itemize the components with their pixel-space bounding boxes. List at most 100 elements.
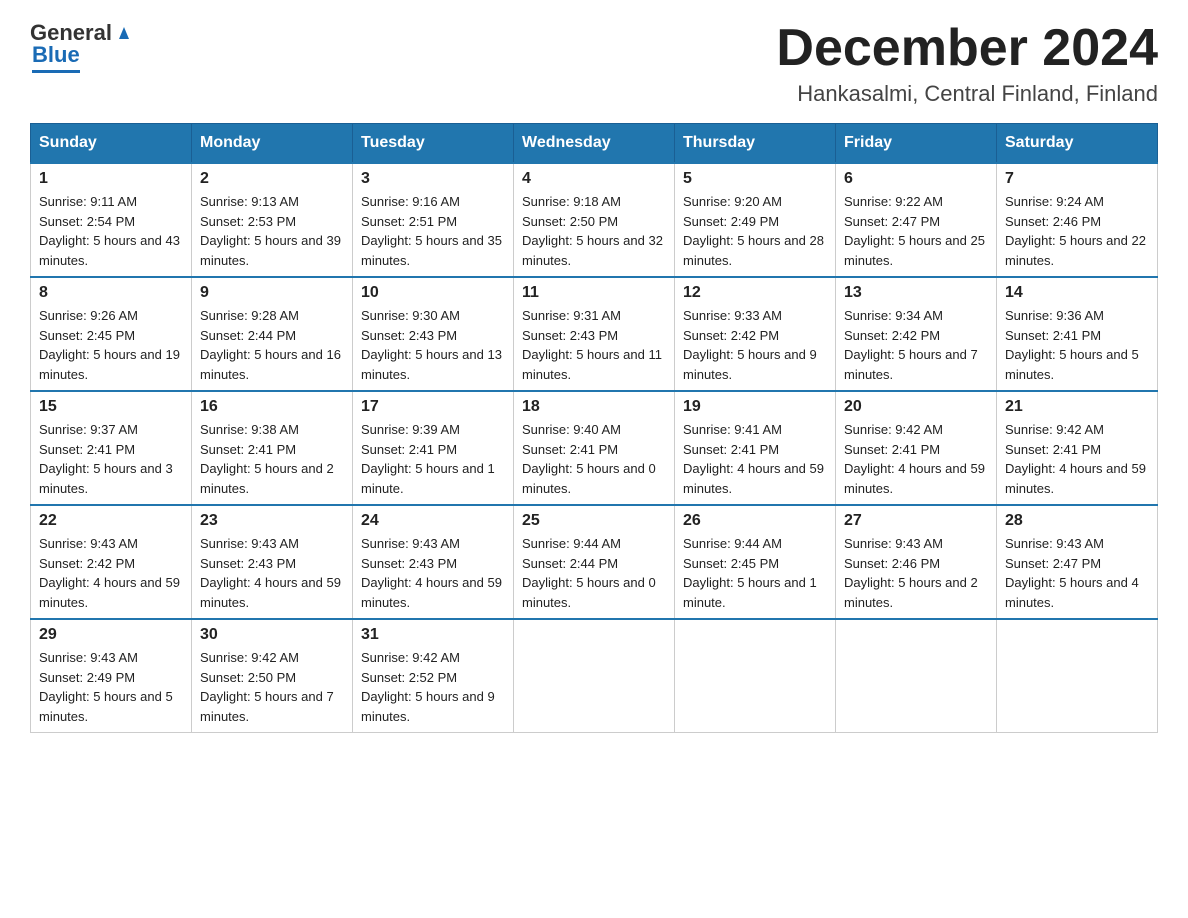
calendar-cell: [997, 619, 1158, 733]
day-number: 27: [844, 512, 988, 530]
calendar-cell: 12 Sunrise: 9:33 AMSunset: 2:42 PMDaylig…: [675, 277, 836, 391]
calendar-cell: 27 Sunrise: 9:43 AMSunset: 2:46 PMDaylig…: [836, 505, 997, 619]
calendar-cell: 20 Sunrise: 9:42 AMSunset: 2:41 PMDaylig…: [836, 391, 997, 505]
weekday-header-saturday: Saturday: [997, 124, 1158, 164]
day-number: 24: [361, 512, 505, 530]
day-info: Sunrise: 9:13 AMSunset: 2:53 PMDaylight:…: [200, 192, 344, 270]
day-info: Sunrise: 9:44 AMSunset: 2:45 PMDaylight:…: [683, 534, 827, 612]
day-number: 19: [683, 398, 827, 416]
calendar-cell: [836, 619, 997, 733]
calendar-cell: 22 Sunrise: 9:43 AMSunset: 2:42 PMDaylig…: [31, 505, 192, 619]
calendar-cell: 18 Sunrise: 9:40 AMSunset: 2:41 PMDaylig…: [514, 391, 675, 505]
day-number: 20: [844, 398, 988, 416]
day-number: 9: [200, 284, 344, 302]
day-number: 21: [1005, 398, 1149, 416]
calendar-cell: 7 Sunrise: 9:24 AMSunset: 2:46 PMDayligh…: [997, 163, 1158, 277]
day-number: 16: [200, 398, 344, 416]
calendar-cell: 26 Sunrise: 9:44 AMSunset: 2:45 PMDaylig…: [675, 505, 836, 619]
day-info: Sunrise: 9:43 AMSunset: 2:42 PMDaylight:…: [39, 534, 183, 612]
day-info: Sunrise: 9:18 AMSunset: 2:50 PMDaylight:…: [522, 192, 666, 270]
day-info: Sunrise: 9:11 AMSunset: 2:54 PMDaylight:…: [39, 192, 183, 270]
calendar-cell: 10 Sunrise: 9:30 AMSunset: 2:43 PMDaylig…: [353, 277, 514, 391]
calendar-cell: 4 Sunrise: 9:18 AMSunset: 2:50 PMDayligh…: [514, 163, 675, 277]
calendar-cell: 3 Sunrise: 9:16 AMSunset: 2:51 PMDayligh…: [353, 163, 514, 277]
week-row-3: 15 Sunrise: 9:37 AMSunset: 2:41 PMDaylig…: [31, 391, 1158, 505]
week-row-2: 8 Sunrise: 9:26 AMSunset: 2:45 PMDayligh…: [31, 277, 1158, 391]
day-info: Sunrise: 9:16 AMSunset: 2:51 PMDaylight:…: [361, 192, 505, 270]
day-info: Sunrise: 9:42 AMSunset: 2:41 PMDaylight:…: [1005, 420, 1149, 498]
calendar-cell: 16 Sunrise: 9:38 AMSunset: 2:41 PMDaylig…: [192, 391, 353, 505]
weekday-header-friday: Friday: [836, 124, 997, 164]
day-info: Sunrise: 9:40 AMSunset: 2:41 PMDaylight:…: [522, 420, 666, 498]
calendar-cell: 5 Sunrise: 9:20 AMSunset: 2:49 PMDayligh…: [675, 163, 836, 277]
calendar-cell: 23 Sunrise: 9:43 AMSunset: 2:43 PMDaylig…: [192, 505, 353, 619]
calendar-cell: [675, 619, 836, 733]
calendar-cell: 9 Sunrise: 9:28 AMSunset: 2:44 PMDayligh…: [192, 277, 353, 391]
day-number: 18: [522, 398, 666, 416]
page-header: General Blue December 2024 Hankasalmi, C…: [30, 20, 1158, 107]
day-info: Sunrise: 9:43 AMSunset: 2:47 PMDaylight:…: [1005, 534, 1149, 612]
day-info: Sunrise: 9:39 AMSunset: 2:41 PMDaylight:…: [361, 420, 505, 498]
day-number: 5: [683, 170, 827, 188]
day-number: 8: [39, 284, 183, 302]
day-info: Sunrise: 9:28 AMSunset: 2:44 PMDaylight:…: [200, 306, 344, 384]
day-info: Sunrise: 9:36 AMSunset: 2:41 PMDaylight:…: [1005, 306, 1149, 384]
week-row-4: 22 Sunrise: 9:43 AMSunset: 2:42 PMDaylig…: [31, 505, 1158, 619]
day-number: 1: [39, 170, 183, 188]
day-number: 26: [683, 512, 827, 530]
day-number: 10: [361, 284, 505, 302]
month-title: December 2024: [776, 20, 1158, 77]
calendar-cell: [514, 619, 675, 733]
day-number: 31: [361, 626, 505, 644]
title-area: December 2024 Hankasalmi, Central Finlan…: [776, 20, 1158, 107]
day-info: Sunrise: 9:42 AMSunset: 2:41 PMDaylight:…: [844, 420, 988, 498]
day-info: Sunrise: 9:38 AMSunset: 2:41 PMDaylight:…: [200, 420, 344, 498]
calendar-cell: 1 Sunrise: 9:11 AMSunset: 2:54 PMDayligh…: [31, 163, 192, 277]
day-info: Sunrise: 9:42 AMSunset: 2:52 PMDaylight:…: [361, 648, 505, 726]
day-number: 7: [1005, 170, 1149, 188]
weekday-header-tuesday: Tuesday: [353, 124, 514, 164]
calendar-cell: 14 Sunrise: 9:36 AMSunset: 2:41 PMDaylig…: [997, 277, 1158, 391]
day-number: 3: [361, 170, 505, 188]
day-info: Sunrise: 9:22 AMSunset: 2:47 PMDaylight:…: [844, 192, 988, 270]
logo-blue-text: Blue: [32, 42, 80, 67]
day-number: 6: [844, 170, 988, 188]
week-row-5: 29 Sunrise: 9:43 AMSunset: 2:49 PMDaylig…: [31, 619, 1158, 733]
day-info: Sunrise: 9:43 AMSunset: 2:49 PMDaylight:…: [39, 648, 183, 726]
weekday-header-row: SundayMondayTuesdayWednesdayThursdayFrid…: [31, 124, 1158, 164]
day-info: Sunrise: 9:26 AMSunset: 2:45 PMDaylight:…: [39, 306, 183, 384]
day-number: 15: [39, 398, 183, 416]
weekday-header-sunday: Sunday: [31, 124, 192, 164]
day-info: Sunrise: 9:44 AMSunset: 2:44 PMDaylight:…: [522, 534, 666, 612]
day-number: 4: [522, 170, 666, 188]
day-info: Sunrise: 9:41 AMSunset: 2:41 PMDaylight:…: [683, 420, 827, 498]
calendar-cell: 8 Sunrise: 9:26 AMSunset: 2:45 PMDayligh…: [31, 277, 192, 391]
calendar-cell: 29 Sunrise: 9:43 AMSunset: 2:49 PMDaylig…: [31, 619, 192, 733]
calendar-cell: 21 Sunrise: 9:42 AMSunset: 2:41 PMDaylig…: [997, 391, 1158, 505]
calendar-cell: 15 Sunrise: 9:37 AMSunset: 2:41 PMDaylig…: [31, 391, 192, 505]
day-number: 22: [39, 512, 183, 530]
day-info: Sunrise: 9:20 AMSunset: 2:49 PMDaylight:…: [683, 192, 827, 270]
calendar-cell: 24 Sunrise: 9:43 AMSunset: 2:43 PMDaylig…: [353, 505, 514, 619]
day-info: Sunrise: 9:37 AMSunset: 2:41 PMDaylight:…: [39, 420, 183, 498]
weekday-header-wednesday: Wednesday: [514, 124, 675, 164]
day-info: Sunrise: 9:33 AMSunset: 2:42 PMDaylight:…: [683, 306, 827, 384]
day-number: 30: [200, 626, 344, 644]
day-number: 14: [1005, 284, 1149, 302]
calendar-cell: 25 Sunrise: 9:44 AMSunset: 2:44 PMDaylig…: [514, 505, 675, 619]
weekday-header-thursday: Thursday: [675, 124, 836, 164]
calendar-cell: 11 Sunrise: 9:31 AMSunset: 2:43 PMDaylig…: [514, 277, 675, 391]
calendar-cell: 13 Sunrise: 9:34 AMSunset: 2:42 PMDaylig…: [836, 277, 997, 391]
location-subtitle: Hankasalmi, Central Finland, Finland: [776, 81, 1158, 107]
day-info: Sunrise: 9:43 AMSunset: 2:43 PMDaylight:…: [200, 534, 344, 612]
logo: General Blue: [30, 20, 136, 73]
day-number: 29: [39, 626, 183, 644]
day-info: Sunrise: 9:30 AMSunset: 2:43 PMDaylight:…: [361, 306, 505, 384]
day-info: Sunrise: 9:34 AMSunset: 2:42 PMDaylight:…: [844, 306, 988, 384]
day-number: 25: [522, 512, 666, 530]
day-info: Sunrise: 9:31 AMSunset: 2:43 PMDaylight:…: [522, 306, 666, 384]
day-number: 11: [522, 284, 666, 302]
day-info: Sunrise: 9:43 AMSunset: 2:46 PMDaylight:…: [844, 534, 988, 612]
day-number: 12: [683, 284, 827, 302]
weekday-header-monday: Monday: [192, 124, 353, 164]
